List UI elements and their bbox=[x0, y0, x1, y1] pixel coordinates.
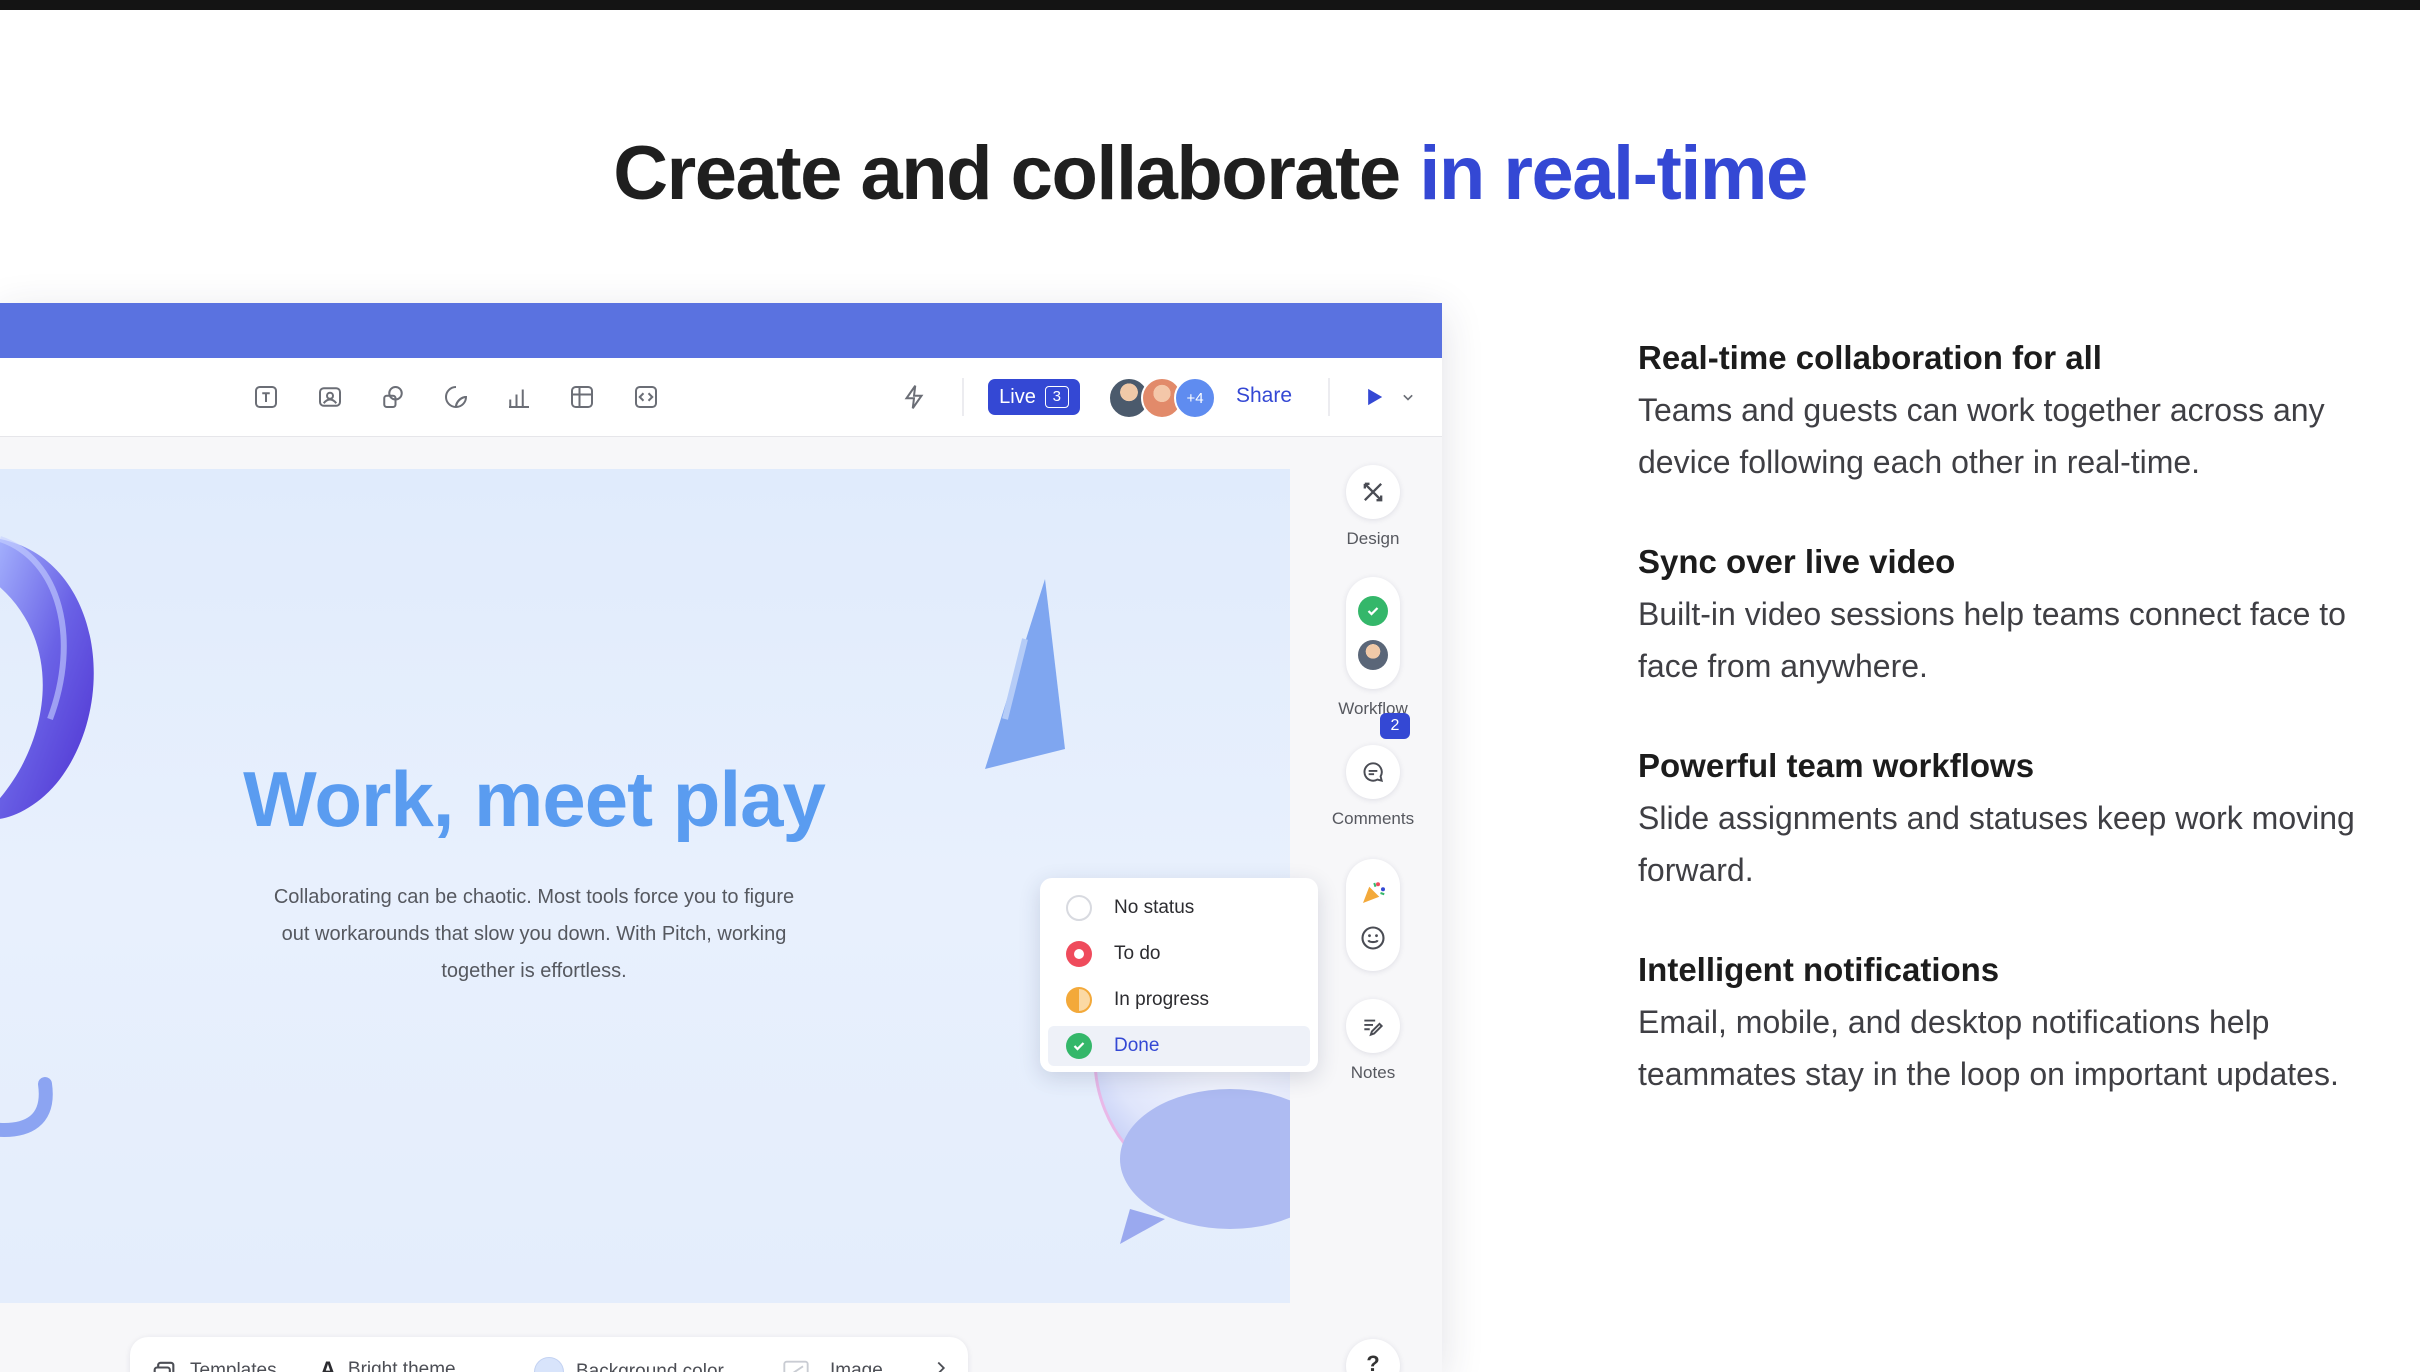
comments-button[interactable] bbox=[1346, 745, 1400, 799]
feature-title: Intelligent notifications bbox=[1638, 951, 2000, 988]
feature-item: Intelligent notifications Email, mobile,… bbox=[1638, 948, 2358, 1100]
status-label: In progress bbox=[1114, 989, 1210, 1010]
status-option-done[interactable]: Done bbox=[1048, 1026, 1310, 1066]
help-button[interactable]: ? bbox=[1346, 1339, 1400, 1372]
live-label: Live bbox=[999, 385, 1036, 408]
feature-title: Real-time collaboration for all bbox=[1638, 339, 2102, 376]
page-headline: Create and collaborate in real-time bbox=[0, 130, 2420, 217]
check-circle-icon bbox=[1066, 1033, 1092, 1059]
workflow-status-dropdown: No status To do In progress Done bbox=[1040, 878, 1318, 1072]
background-color-button[interactable]: Background color bbox=[534, 1357, 724, 1372]
templates-label: Templates bbox=[190, 1360, 277, 1372]
toolbar-divider bbox=[962, 378, 964, 416]
chevron-down-icon[interactable] bbox=[1398, 384, 1418, 410]
live-button[interactable]: Live 3 bbox=[988, 379, 1080, 415]
party-popper-icon bbox=[1363, 882, 1385, 903]
chevron-right-icon[interactable] bbox=[930, 1357, 952, 1372]
text-icon[interactable] bbox=[249, 380, 283, 414]
slide-options-bar: Templates A Bright theme Background colo… bbox=[130, 1337, 968, 1372]
feature-description: Built-in video sessions help teams conne… bbox=[1638, 596, 2346, 684]
status-option-no-status[interactable]: No status bbox=[1048, 888, 1310, 928]
templates-icon bbox=[153, 1361, 175, 1372]
table-icon[interactable] bbox=[565, 380, 599, 414]
party-hat-decoration bbox=[985, 579, 1065, 769]
status-label: No status bbox=[1114, 897, 1195, 918]
design-tools-icon bbox=[1363, 482, 1383, 502]
live-count-badge: 3 bbox=[1044, 386, 1069, 408]
lightning-icon[interactable] bbox=[897, 380, 931, 414]
image-button[interactable]: Image bbox=[774, 1357, 883, 1372]
feature-item: Sync over live video Built-in video sess… bbox=[1638, 540, 2358, 692]
app-window: Live 3 +4 Share Work, meet play Collabor… bbox=[0, 303, 1442, 1372]
toolbar-divider bbox=[1328, 378, 1330, 416]
color-swatch-icon bbox=[534, 1357, 564, 1372]
play-icon[interactable] bbox=[1360, 382, 1388, 412]
emoji-smile-icon bbox=[1361, 926, 1385, 950]
sticker-icon[interactable] bbox=[439, 380, 473, 414]
feature-title: Sync over live video bbox=[1638, 543, 1956, 580]
rail-label: Notes bbox=[1350, 1063, 1396, 1082]
rail-reactions[interactable] bbox=[1320, 859, 1426, 971]
feature-item: Real-time collaboration for all Teams an… bbox=[1638, 336, 2358, 488]
rail-comments[interactable]: 2 Comments bbox=[1320, 713, 1426, 829]
theme-button[interactable]: A Bright theme bbox=[320, 1357, 456, 1372]
shapes-icon[interactable] bbox=[376, 380, 410, 414]
rail-workflow[interactable]: Workflow bbox=[1320, 577, 1426, 719]
slide-title[interactable]: Work, meet play bbox=[0, 754, 1068, 845]
empty-circle-icon bbox=[1066, 895, 1092, 921]
window-titlebar bbox=[0, 303, 1442, 358]
background-color-label: Background color bbox=[576, 1361, 724, 1372]
top-border bbox=[0, 0, 2420, 10]
feature-title: Powerful team workflows bbox=[1638, 747, 2035, 784]
feature-item: Powerful team workflows Slide assignment… bbox=[1638, 744, 2358, 896]
image-placeholder-icon bbox=[783, 1360, 809, 1372]
share-button[interactable]: Share bbox=[1236, 384, 1292, 408]
embed-icon[interactable] bbox=[629, 380, 663, 414]
comments-count-badge: 2 bbox=[1380, 713, 1410, 739]
reactions-button[interactable] bbox=[1346, 859, 1400, 971]
theme-font-icon: A bbox=[320, 1357, 336, 1372]
collaborator-avatars[interactable]: +4 bbox=[1108, 377, 1218, 419]
hook-decoration bbox=[0, 1077, 53, 1137]
todo-circle-icon bbox=[1066, 941, 1092, 967]
status-label: Done bbox=[1114, 1035, 1160, 1056]
headline-accent: in real-time bbox=[1419, 131, 1808, 216]
status-label: To do bbox=[1114, 943, 1161, 964]
templates-button[interactable]: Templates bbox=[150, 1357, 277, 1372]
more-collaborators-badge[interactable]: +4 bbox=[1174, 377, 1216, 419]
slide-body-text[interactable]: Collaborating can be chaotic. Most tools… bbox=[270, 879, 798, 990]
notes-pencil-icon bbox=[1364, 1019, 1384, 1037]
avatar bbox=[1358, 640, 1388, 670]
rail-label: Design bbox=[1346, 529, 1400, 548]
rail-label: Comments bbox=[1331, 809, 1415, 828]
image-label: Image bbox=[830, 1360, 883, 1372]
design-button[interactable] bbox=[1346, 465, 1400, 519]
image-icon[interactable] bbox=[313, 380, 347, 414]
feature-description: Email, mobile, and desktop notifications… bbox=[1638, 1004, 2339, 1092]
headline-main: Create and collaborate bbox=[613, 131, 1420, 216]
workflow-button[interactable] bbox=[1346, 577, 1400, 689]
feature-description: Teams and guests can work together acros… bbox=[1638, 392, 2325, 480]
notes-button[interactable] bbox=[1346, 999, 1400, 1053]
comment-bubble-icon bbox=[1363, 762, 1384, 783]
feature-list: Real-time collaboration for all Teams an… bbox=[1638, 336, 2358, 1152]
status-option-in-progress[interactable]: In progress bbox=[1048, 980, 1310, 1020]
rail-label: Workflow bbox=[1338, 699, 1408, 718]
check-circle-icon bbox=[1358, 596, 1388, 626]
chart-icon[interactable] bbox=[502, 380, 536, 414]
rail-design[interactable]: Design bbox=[1320, 465, 1426, 549]
rail-notes[interactable]: Notes bbox=[1320, 999, 1426, 1083]
editor-toolbar: Live 3 +4 Share bbox=[0, 358, 1442, 437]
status-option-to-do[interactable]: To do bbox=[1048, 934, 1310, 974]
half-circle-icon bbox=[1066, 987, 1092, 1013]
feature-description: Slide assignments and statuses keep work… bbox=[1638, 800, 2355, 888]
theme-label: Bright theme bbox=[347, 1359, 456, 1372]
